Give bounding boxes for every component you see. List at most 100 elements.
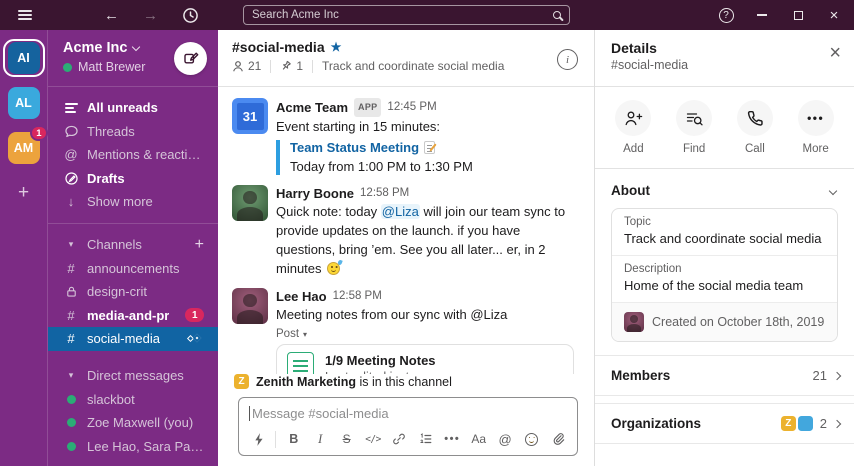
close-window-button[interactable]: × [816,0,852,30]
sidebar-item-show-more[interactable]: ↓ Show more [48,190,218,214]
search-bar[interactable] [243,5,570,25]
avatar-lee-hao[interactable] [232,288,268,324]
starred-icon[interactable]: ★ [331,40,342,54]
message-acme-team: 31 Acme Team APP 12:45 PM Event starting… [218,94,594,175]
app-name[interactable]: Zenith Marketing [256,375,356,389]
sidebar-dm-zoe-maxwell[interactable]: Zoe Maxwell (you) [48,411,218,435]
call-button[interactable]: Call [725,100,786,155]
add-channel-icon[interactable]: + [195,236,204,254]
maximize-button[interactable] [780,0,816,30]
sidebar-dm-lee-sara[interactable]: Lee Hao, Sara Parras [48,435,218,459]
phone-icon [737,100,773,136]
details-actions: Add Find Call ••• More [595,87,854,169]
mention-liza[interactable]: @Liza [381,204,420,219]
workspace-menu[interactable]: Acme Inc Matt Brewer [48,30,218,87]
workspace-switcher-al[interactable]: AL [4,85,44,121]
mentions-icon: @ [63,147,79,162]
minimize-button[interactable] [744,0,780,30]
sender-name[interactable]: Harry Boone [276,185,354,202]
slack-window: ← → ? × AI AL AM 1 + [0,0,854,466]
message-composer: B I S </> ••• Aa @ [238,397,578,456]
message-input[interactable] [252,406,567,421]
threads-icon [63,124,79,139]
toolbar-divider [275,431,276,448]
search-input[interactable] [252,9,547,21]
topic-row[interactable]: Topic Track and coordinate social media [612,209,837,256]
details-panel: Details #social-media × Add Find [594,30,854,466]
info-icon[interactable]: i [557,49,578,70]
more-button[interactable]: ••• More [785,100,846,155]
calendar-app-avatar[interactable]: 31 [232,98,268,134]
post-type-dropdown[interactable]: Post▾ [276,328,568,340]
workspace-switcher-am[interactable]: AM 1 [4,130,44,166]
add-person-icon [615,100,651,136]
code-button[interactable]: </> [364,430,382,448]
hash-icon: # [63,261,79,276]
link-icon[interactable] [390,430,408,448]
details-header: Details #social-media × [595,30,854,87]
creator-avatar [624,312,644,332]
created-row: Created on October 18th, 2019 [612,303,837,341]
presence-dot [63,442,79,451]
channel-header: #social-media ★ 21 1 Track and coordinat… [218,30,594,87]
pinned-count[interactable]: 1 [280,59,303,73]
search-icon [553,11,561,19]
drafts-icon [63,171,79,186]
sender-name[interactable]: Acme Team [276,99,348,116]
org-icon [798,416,813,431]
shortcuts-icon[interactable] [249,430,267,448]
channels-section-header[interactable]: ▾ Channels + [48,233,218,257]
history-icon[interactable] [182,7,199,24]
file-title: 1/9 Meeting Notes [325,353,436,368]
emoji-button[interactable] [522,430,540,448]
current-user-name: Matt Brewer [78,60,145,74]
mention-button[interactable]: @ [496,430,514,448]
strikethrough-button[interactable]: S [338,430,356,448]
sidebar-dm-slackbot[interactable]: slackbot [48,388,218,412]
sidebar-item-mentions[interactable]: @ Mentions & reactions [48,143,218,167]
forward-icon[interactable]: → [143,8,158,23]
sidebar-channel-announcements[interactable]: # announcements [48,257,218,281]
add-workspace-button[interactable]: + [0,182,47,204]
ordered-list-icon[interactable] [417,430,435,448]
members-row[interactable]: Members 21 [595,355,854,396]
message-text: Meeting notes from our sync with @Liza [276,305,568,324]
back-icon[interactable]: ← [104,8,119,23]
sender-name[interactable]: Lee Hao [276,288,327,305]
help-icon[interactable]: ? [708,0,744,30]
find-icon [676,100,712,136]
find-button[interactable]: Find [664,100,725,155]
channel-topic[interactable]: Track and coordinate social media [322,59,504,73]
memo-emoji [424,141,435,154]
more-formatting-icon[interactable]: ••• [443,430,461,448]
add-people-button[interactable]: Add [603,100,664,155]
chevron-right-icon [833,419,841,427]
details-channel: #social-media [611,58,838,72]
workspace-switcher-acme-inc[interactable]: AI [4,40,44,76]
text-format-toggle[interactable]: Aa [470,430,488,448]
dms-section-header[interactable]: ▾ Direct messages [48,364,218,388]
close-icon[interactable]: × [829,43,841,63]
text-caret [249,406,250,421]
attach-icon[interactable] [549,430,567,448]
member-count[interactable]: 21 [232,59,261,73]
post-file-card[interactable]: 1/9 Meeting Notes Last edited just now [276,344,574,374]
sidebar-channel-design-crit[interactable]: design-crit [48,280,218,304]
event-link[interactable]: Team Status Meeting [290,140,419,155]
avatar-harry-boone[interactable] [232,185,268,221]
about-section-toggle[interactable]: About [595,169,854,208]
details-title: Details [611,40,838,56]
description-row[interactable]: Description Home of the social media tea… [612,256,837,303]
sweat-smile-emoji [327,262,340,275]
italic-button[interactable]: I [311,430,329,448]
sidebar-item-threads[interactable]: Threads [48,120,218,144]
organizations-row[interactable]: Organizations Z 2 [595,403,854,444]
sidebar-item-all-unreads[interactable]: All unreads [48,96,218,120]
collapse-triangle-icon: ▾ [63,239,79,250]
sidebar-channel-social-media[interactable]: # social-media [48,327,218,351]
sidebar-channel-media-and-pr[interactable]: # media-and-pr 1 [48,304,218,328]
sidebar-item-drafts[interactable]: Drafts [48,167,218,191]
menu-icon[interactable] [18,10,32,20]
new-message-button[interactable] [174,42,207,75]
bold-button[interactable]: B [285,430,303,448]
